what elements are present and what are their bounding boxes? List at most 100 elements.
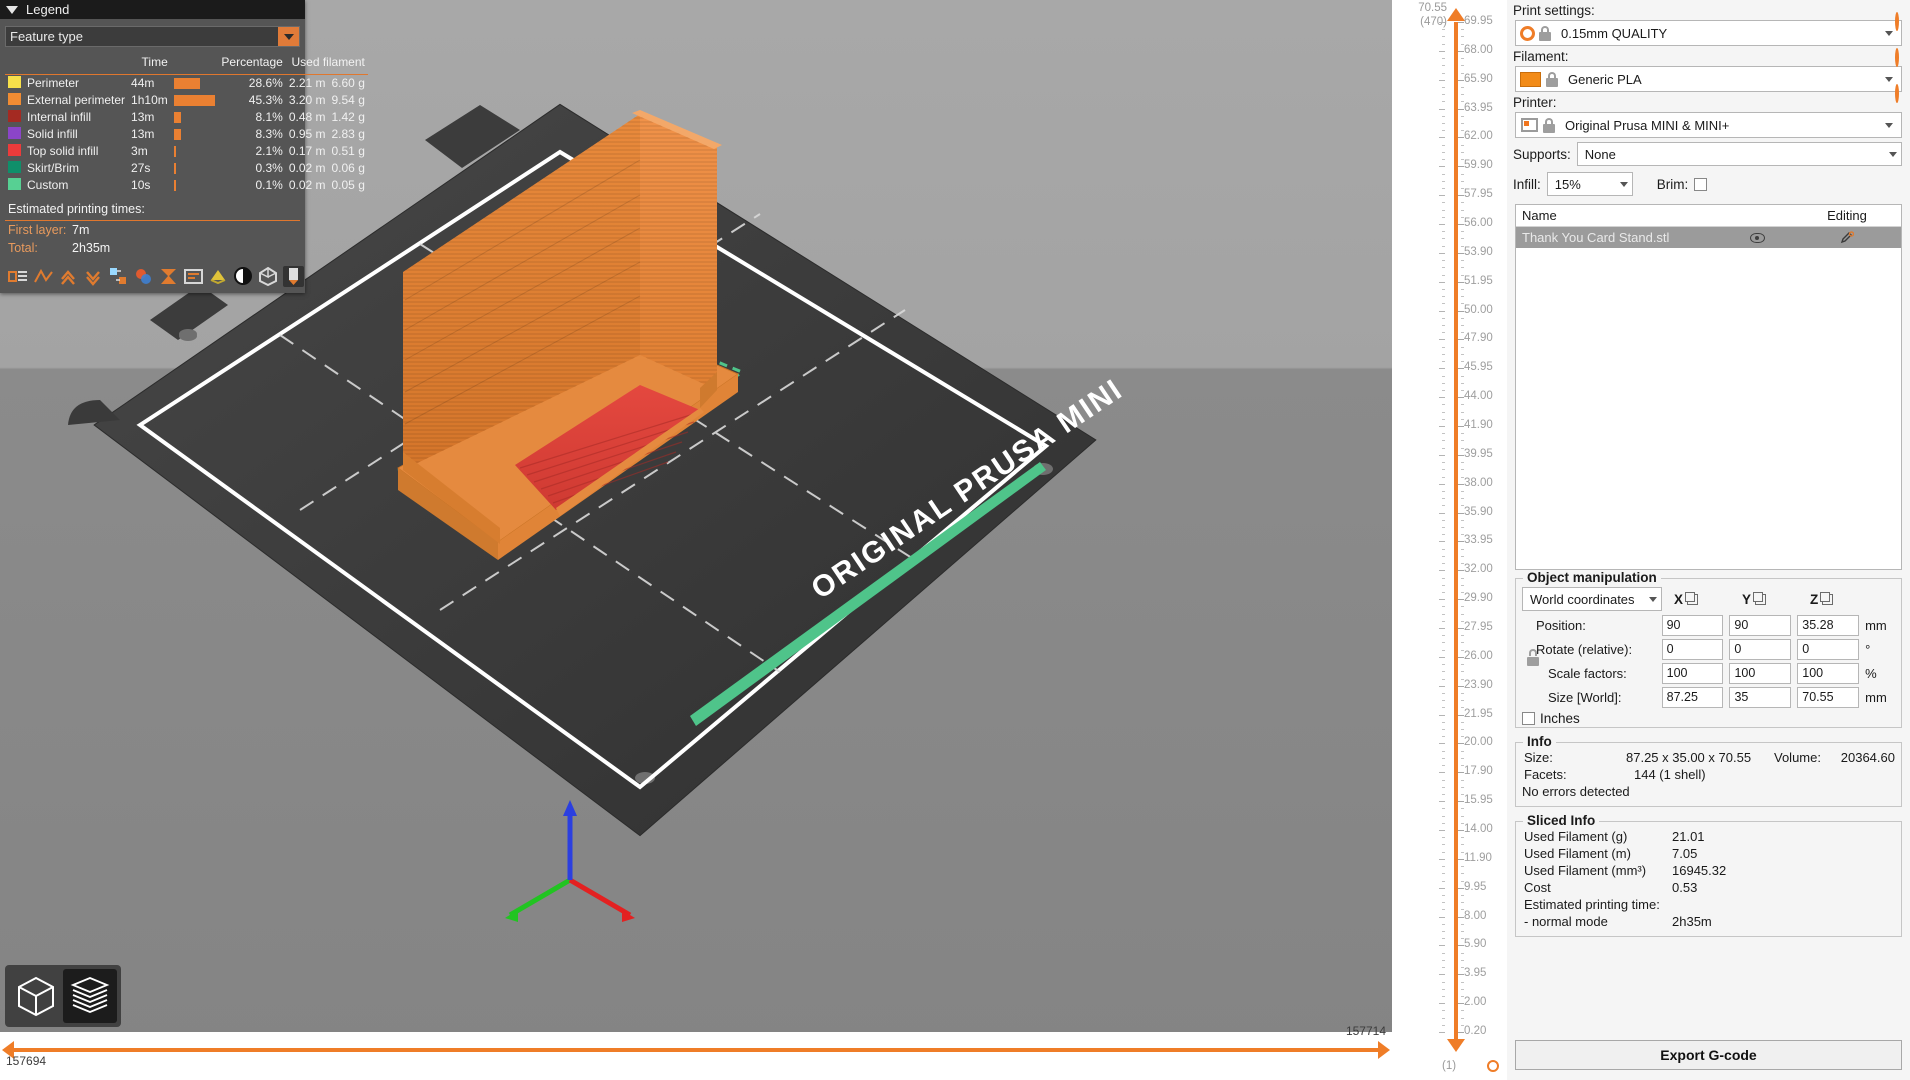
v-slider-tick-label: 14.00 — [1464, 823, 1493, 835]
view-type-value: Feature type — [10, 29, 83, 44]
copy-icon[interactable] — [1685, 591, 1699, 605]
manipulation-x-field[interactable]: 87.25 — [1661, 687, 1724, 708]
manipulation-y-field[interactable]: 90 — [1729, 615, 1792, 636]
lock-icon — [1540, 116, 1558, 134]
infill-select[interactable]: 15% — [1546, 172, 1633, 196]
view-mode-toggle[interactable] — [5, 965, 121, 1027]
horizontal-move-slider[interactable]: 157694 157714 — [0, 1024, 1392, 1080]
print-settings-gear-icon[interactable] — [1895, 12, 1908, 31]
v-slider-minor-tick — [1442, 664, 1445, 666]
coordinate-system-value: World coordinates — [1530, 591, 1635, 607]
legend-row[interactable]: Custom 10s 0.1% 0.02 m 0.05 g — [5, 177, 368, 194]
tab-preview[interactable] — [63, 969, 117, 1023]
coordinate-system-select[interactable]: World coordinates — [1522, 587, 1662, 611]
color-changes-icon[interactable] — [133, 266, 154, 287]
chevron-down-icon[interactable] — [1885, 122, 1893, 128]
manipulation-z-field[interactable]: 70.55 — [1797, 687, 1860, 708]
axis-header-y: Y — [1742, 591, 1810, 607]
view-type-select[interactable]: Feature type — [5, 26, 300, 47]
object-list[interactable]: Name Editing Thank You Card Stand.stl — [1515, 204, 1902, 570]
v-slider-minor-tick — [1461, 873, 1464, 875]
h-slider-track[interactable] — [8, 1048, 1384, 1052]
retractions-icon[interactable] — [58, 266, 79, 287]
prusaslicer-window: ORIGINAL PRUSA MINI Legend Feature type … — [0, 0, 1910, 1080]
v-slider-tick — [1439, 570, 1445, 572]
axis-z-label: Z — [1810, 591, 1819, 607]
manipulation-z-field[interactable]: 0 — [1797, 639, 1860, 660]
manipulation-y-field[interactable]: 35 — [1729, 687, 1792, 708]
info-volume-value: 20364.60 — [1840, 750, 1895, 765]
vertical-layer-slider[interactable]: 70.55 (470) 69.95 68.00 65.90 63.95 62.00 59.… — [1392, 0, 1507, 1080]
sliced-info-label: Used Filament (mm³) — [1524, 863, 1647, 878]
chevron-down-icon[interactable] — [6, 5, 18, 14]
3d-viewport[interactable]: ORIGINAL PRUSA MINI Legend Feature type … — [0, 0, 1392, 1080]
tool-marker-icon[interactable] — [283, 265, 304, 287]
copy-icon[interactable] — [1820, 591, 1834, 605]
shells-icon[interactable] — [208, 266, 229, 287]
v-slider-tick — [1439, 195, 1445, 197]
v-slider-lower-handle[interactable] — [1447, 1039, 1465, 1052]
infill-value: 15% — [1554, 176, 1581, 192]
inches-checkbox[interactable] — [1522, 712, 1535, 725]
legend-row[interactable]: External perimeter 1h10m 45.3% 3.20 m 9.54 g — [5, 92, 368, 109]
legend-time: 13m — [131, 110, 155, 124]
export-gcode-button[interactable]: Export G-code — [1515, 1040, 1902, 1070]
sequential-icon[interactable] — [258, 266, 279, 287]
v-slider-minor-tick — [1442, 404, 1445, 406]
chevron-down-icon[interactable] — [1885, 30, 1893, 36]
preview-options-toolbar[interactable] — [0, 260, 305, 293]
legend-bar — [171, 177, 219, 194]
manipulation-x-field[interactable]: 0 — [1661, 639, 1724, 660]
legend-feature-name: Top solid infill — [27, 144, 99, 158]
v-slider-minor-tick — [1442, 844, 1445, 846]
eye-icon[interactable] — [1721, 232, 1793, 243]
legend-view-icon[interactable] — [8, 266, 29, 287]
v-slider-minor-tick — [1442, 123, 1445, 124]
v-slider-tick — [1458, 830, 1464, 831]
v-slider-minor-tick — [1442, 130, 1445, 132]
view-type-dropdown-arrow[interactable] — [278, 27, 299, 46]
v-slider-tick-label: 32.00 — [1464, 563, 1493, 576]
printer-settings-gear-icon[interactable] — [1895, 84, 1908, 103]
v-slider-tick-label: 27.95 — [1464, 621, 1493, 633]
travel-icon[interactable] — [33, 266, 54, 287]
legend-row[interactable]: Top solid infill 3m 2.1% 0.17 m 0.51 g — [5, 143, 368, 160]
print-settings-select[interactable]: 0.15mm QUALITY — [1515, 20, 1902, 46]
legend-row[interactable]: Internal infill 13m 8.1% 0.48 m 1.42 g — [5, 109, 368, 126]
legend-row[interactable]: Perimeter 44m 28.6% 2.21 m 6.60 g — [5, 74, 368, 92]
filament-select[interactable]: Generic PLA — [1515, 66, 1902, 92]
manipulation-y-field[interactable]: 0 — [1729, 639, 1792, 660]
filament-settings-gear-icon[interactable] — [1895, 48, 1908, 67]
v-slider-minor-tick — [1442, 981, 1445, 983]
h-slider-right-handle[interactable] — [1378, 1041, 1390, 1059]
v-slider-minor-tick — [1442, 202, 1445, 204]
legend-header[interactable]: Legend — [0, 0, 305, 19]
custom-gcodes-icon[interactable] — [183, 266, 204, 287]
pencil-icon[interactable] — [1793, 230, 1901, 245]
manipulation-x-field[interactable]: 100 — [1661, 663, 1724, 684]
legend-row[interactable]: Skirt/Brim 27s 0.3% 0.02 m 0.06 g — [5, 160, 368, 177]
tool-changes-icon[interactable] — [108, 266, 129, 287]
supports-select[interactable]: None — [1576, 142, 1902, 166]
manipulation-y-field[interactable]: 100 — [1729, 663, 1792, 684]
tab-3d-editor-view[interactable] — [9, 969, 63, 1023]
printer-select[interactable]: Original Prusa MINI & MINI+ — [1515, 112, 1902, 138]
manipulation-z-field[interactable]: 35.28 — [1797, 615, 1860, 636]
v-slider-upper-handle[interactable] — [1447, 8, 1465, 21]
col-name: Name — [1522, 208, 1557, 223]
v-slider-settings-icon[interactable] — [1487, 1060, 1501, 1074]
deretractions-icon[interactable] — [83, 266, 104, 287]
legend-row[interactable]: Solid infill 13m 8.3% 0.95 m 2.83 g — [5, 126, 368, 143]
chevron-down-icon[interactable] — [1885, 76, 1893, 82]
legend-toggle-icon[interactable] — [233, 266, 254, 287]
manipulation-x-field[interactable]: 90 — [1661, 615, 1724, 636]
v-slider-tick — [1439, 714, 1445, 716]
object-list-row[interactable]: Thank You Card Stand.stl — [1516, 227, 1901, 248]
manipulation-z-field[interactable]: 100 — [1797, 663, 1860, 684]
legend-time: 3m — [131, 144, 148, 158]
copy-icon[interactable] — [1753, 591, 1767, 605]
uniform-scale-lock-icon[interactable] — [1526, 649, 1541, 666]
pause-prints-icon[interactable] — [158, 266, 179, 287]
brim-checkbox[interactable] — [1694, 177, 1708, 191]
v-slider-minor-tick — [1461, 180, 1464, 182]
